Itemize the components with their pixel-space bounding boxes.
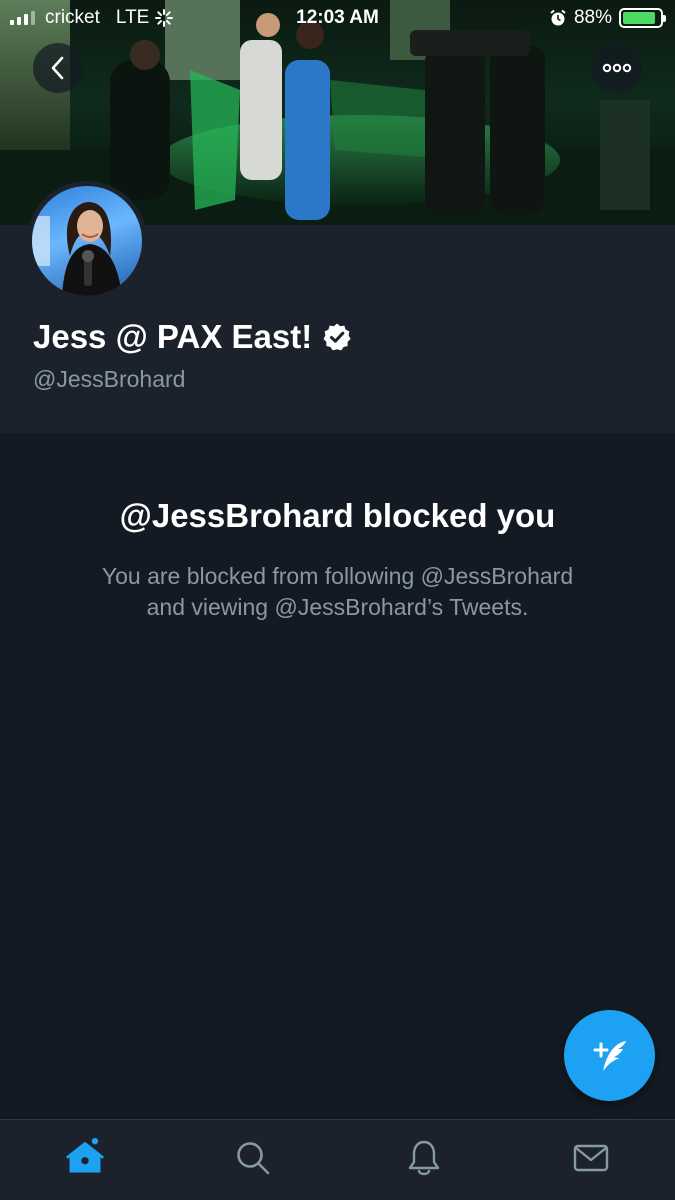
avatar-image (32, 186, 142, 296)
home-icon (66, 1138, 104, 1173)
profile-handle: @JessBrohard (33, 366, 186, 392)
status-bar: cricket LTE 12:03 AM 88% (0, 0, 675, 36)
blocked-description: You are blocked from following @JessBroh… (40, 561, 635, 623)
status-right: 88% (549, 7, 666, 29)
blocked-description-line2: and viewing @JessBrohard’s Tweets. (146, 594, 529, 620)
display-name: Jess @ PAX East! (33, 318, 352, 356)
verified-badge-icon (323, 323, 351, 351)
battery-level-fill (623, 12, 655, 24)
tab-notifications[interactable] (404, 1138, 444, 1178)
display-name-text: Jess @ PAX East! (33, 318, 313, 355)
tab-search[interactable] (233, 1138, 273, 1178)
tab-messages[interactable] (571, 1138, 611, 1178)
avatar[interactable] (27, 181, 147, 301)
notification-dot (91, 1138, 99, 1145)
mail-icon (573, 1144, 609, 1172)
compose-tweet-icon (593, 1040, 626, 1071)
bell-icon (408, 1140, 440, 1176)
battery-charging-icon (619, 8, 666, 28)
compose-tweet-button[interactable] (564, 1010, 655, 1101)
more-horizontal-icon (602, 63, 632, 73)
bottom-tab-bar (0, 1119, 675, 1200)
tab-home[interactable] (65, 1138, 105, 1178)
back-button[interactable] (33, 43, 83, 93)
more-options-button[interactable] (592, 43, 642, 93)
alarm-icon (550, 9, 566, 26)
chevron-left-icon (51, 56, 64, 80)
battery-percent: 88% (573, 7, 612, 28)
blocked-title: @JessBrohard blocked you (119, 497, 556, 534)
search-icon (237, 1142, 270, 1175)
blocked-description-line1: You are blocked from following @JessBroh… (101, 563, 574, 589)
